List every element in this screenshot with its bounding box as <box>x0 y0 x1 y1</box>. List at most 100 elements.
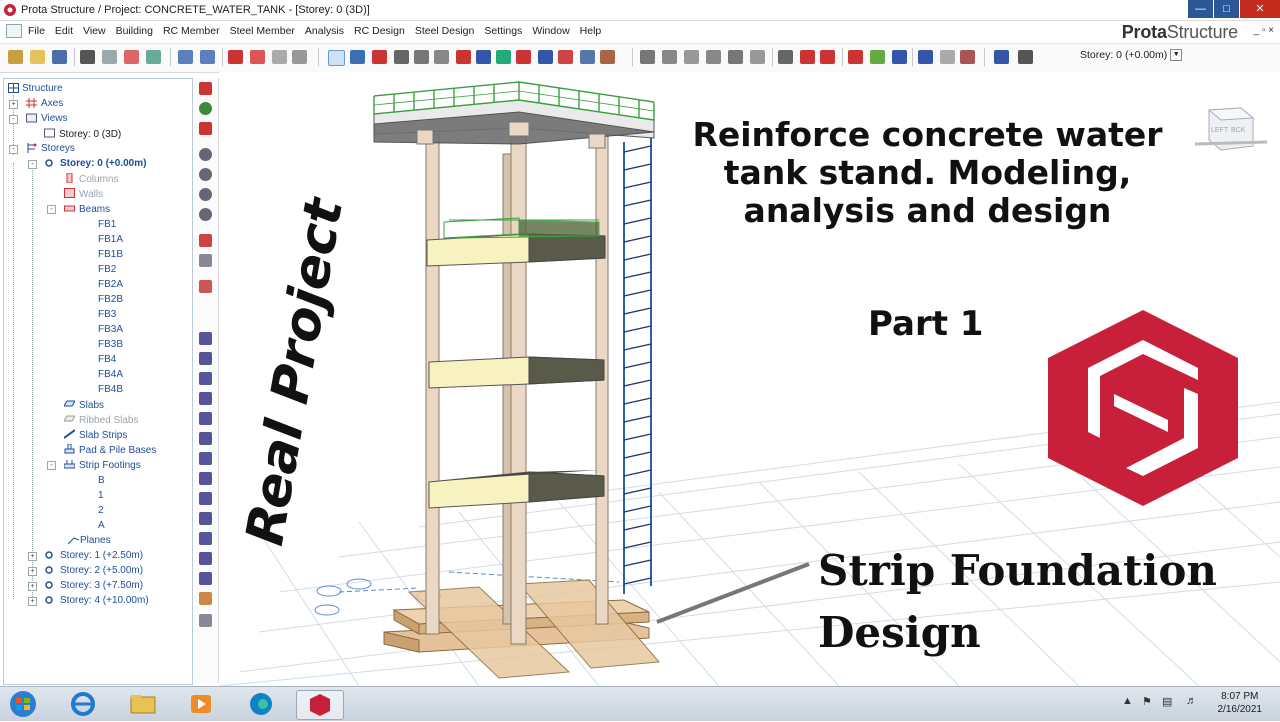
minimize-button[interactable]: — <box>1188 0 1213 18</box>
zoom-previous-icon[interactable] <box>199 208 212 221</box>
expand-toggle[interactable]: + <box>28 597 37 606</box>
truss-icon[interactable] <box>706 50 721 64</box>
quantity-icon[interactable] <box>870 50 885 64</box>
beam-item[interactable]: FB3B <box>98 339 123 350</box>
tree-item-views[interactable]: Views <box>41 113 68 124</box>
system-clock[interactable]: 8:07 PM 2/16/2021 <box>1218 690 1263 716</box>
tree-item-columns[interactable]: Columns <box>79 174 118 185</box>
tree-item-storey2[interactable]: Storey: 2 (+5.00m) <box>60 565 143 576</box>
purlin-icon[interactable] <box>728 50 743 64</box>
menu-edit[interactable]: Edit <box>55 25 73 37</box>
undo-icon[interactable] <box>178 50 193 64</box>
property-icon[interactable] <box>199 352 212 365</box>
property-icon[interactable] <box>199 372 212 385</box>
footing-item[interactable]: B <box>98 475 105 486</box>
action-center-flag-icon[interactable]: ⚑ <box>1142 695 1152 708</box>
storey-list-icon[interactable] <box>1018 50 1033 64</box>
property-icon[interactable] <box>199 412 212 425</box>
wall-icon[interactable] <box>414 50 429 64</box>
volume-icon[interactable]: ♬ <box>1186 695 1197 707</box>
tree-item-storey3[interactable]: Storey: 3 (+7.50m) <box>60 580 143 591</box>
beam-item[interactable]: FB1B <box>98 249 123 260</box>
expand-toggle[interactable]: + <box>9 100 18 109</box>
menu-steel-design[interactable]: Steel Design <box>415 25 475 37</box>
beam-item[interactable]: FB2 <box>98 264 116 275</box>
property-icon[interactable] <box>199 472 212 485</box>
menu-building[interactable]: Building <box>116 25 153 37</box>
open-folder-icon[interactable] <box>8 50 23 64</box>
menu-view[interactable]: View <box>83 25 106 37</box>
tree-item-beams[interactable]: Beams <box>79 204 110 215</box>
beam-item[interactable]: FB3A <box>98 324 123 335</box>
print-icon[interactable] <box>80 50 95 64</box>
property-icon[interactable] <box>199 392 212 405</box>
property-icon[interactable] <box>199 332 212 345</box>
beam-item[interactable]: FB4A <box>98 369 123 380</box>
tree-item-axes[interactable]: Axes <box>41 98 63 109</box>
export-icon[interactable] <box>146 50 161 64</box>
collapse-toggle[interactable]: - <box>9 145 18 154</box>
property-icon[interactable] <box>199 452 212 465</box>
move-icon[interactable] <box>228 50 243 64</box>
menu-help[interactable]: Help <box>580 25 602 37</box>
mdi-controls[interactable]: _ ▫ × <box>1253 25 1274 36</box>
model-check-icon[interactable] <box>892 50 907 64</box>
expand-toggle[interactable]: + <box>28 582 37 591</box>
axis-line-icon[interactable] <box>350 50 365 64</box>
tree-item-storey1[interactable]: Storey: 1 (+2.50m) <box>60 550 143 561</box>
prota-app-icon[interactable] <box>3 3 17 17</box>
slab-icon[interactable] <box>456 50 471 64</box>
folder-icon[interactable] <box>30 50 45 64</box>
collapse-toggle[interactable]: - <box>9 115 18 124</box>
tree-item-storeys[interactable]: Storeys <box>41 143 75 154</box>
layers-icon[interactable] <box>199 254 212 267</box>
storey-selector[interactable]: Storey: 0 (+0.00m) ▼ <box>1080 49 1183 62</box>
menu-window[interactable]: Window <box>532 25 569 37</box>
pile-icon[interactable] <box>558 50 573 64</box>
expand-toggle[interactable]: + <box>28 567 37 576</box>
raft-icon[interactable] <box>580 50 595 64</box>
beam-icon[interactable] <box>434 50 449 64</box>
beam-item[interactable]: FB4B <box>98 384 123 395</box>
beam-item[interactable]: FB4 <box>98 354 116 365</box>
rc-design-icon[interactable] <box>800 50 815 64</box>
maximize-button[interactable]: □ <box>1214 0 1239 18</box>
cladding-icon[interactable] <box>750 50 765 64</box>
brace-icon[interactable] <box>684 50 699 64</box>
checker-icon[interactable] <box>199 592 212 605</box>
menu-rc-design[interactable]: RC Design <box>354 25 405 37</box>
render-icon[interactable] <box>918 50 933 64</box>
network-icon[interactable]: ▤ <box>1162 695 1172 708</box>
section-icon[interactable] <box>199 280 212 293</box>
property-icon[interactable] <box>199 552 212 565</box>
select-pointer-icon[interactable] <box>328 50 345 66</box>
tree-item-pad-pile-bases[interactable]: Pad & Pile Bases <box>79 445 156 456</box>
model-viewport-3d[interactable]: LEFT BCK Reinforce concrete water tank s… <box>219 72 1280 686</box>
zoom-refresh-icon[interactable] <box>199 168 212 181</box>
footing-icon[interactable] <box>516 50 531 64</box>
grid-axes-icon[interactable] <box>372 50 387 64</box>
property-icon[interactable] <box>199 572 212 585</box>
table-icon[interactable] <box>960 50 975 64</box>
tree-item-storey0[interactable]: Storey: 0 (+0.00m) <box>60 158 146 169</box>
menu-settings[interactable]: Settings <box>484 25 522 37</box>
tray-arrow-icon[interactable]: ▲ <box>1122 695 1133 707</box>
axis-tool-icon[interactable] <box>199 122 212 135</box>
layout-icon[interactable] <box>994 50 1009 64</box>
tree-item-slabs[interactable]: Slabs <box>79 400 104 411</box>
steel-beam-icon[interactable] <box>662 50 677 64</box>
start-button[interactable] <box>0 690 46 718</box>
media-player-icon[interactable] <box>178 690 224 718</box>
edge-browser-icon[interactable] <box>238 690 284 718</box>
slab-hole-icon[interactable] <box>476 50 491 64</box>
document-tool-icon[interactable] <box>199 614 212 627</box>
collapse-toggle[interactable]: - <box>47 205 56 214</box>
tree-item-slab-strips[interactable]: Slab Strips <box>79 430 127 441</box>
beam-item[interactable]: FB1 <box>98 219 116 230</box>
measure-icon[interactable] <box>199 234 212 247</box>
stair-icon[interactable] <box>496 50 511 64</box>
globe-icon[interactable] <box>199 102 212 115</box>
tree-root-structure[interactable]: Structure <box>22 83 63 94</box>
cut-icon[interactable] <box>250 50 265 64</box>
steel-design-icon[interactable] <box>820 50 835 64</box>
